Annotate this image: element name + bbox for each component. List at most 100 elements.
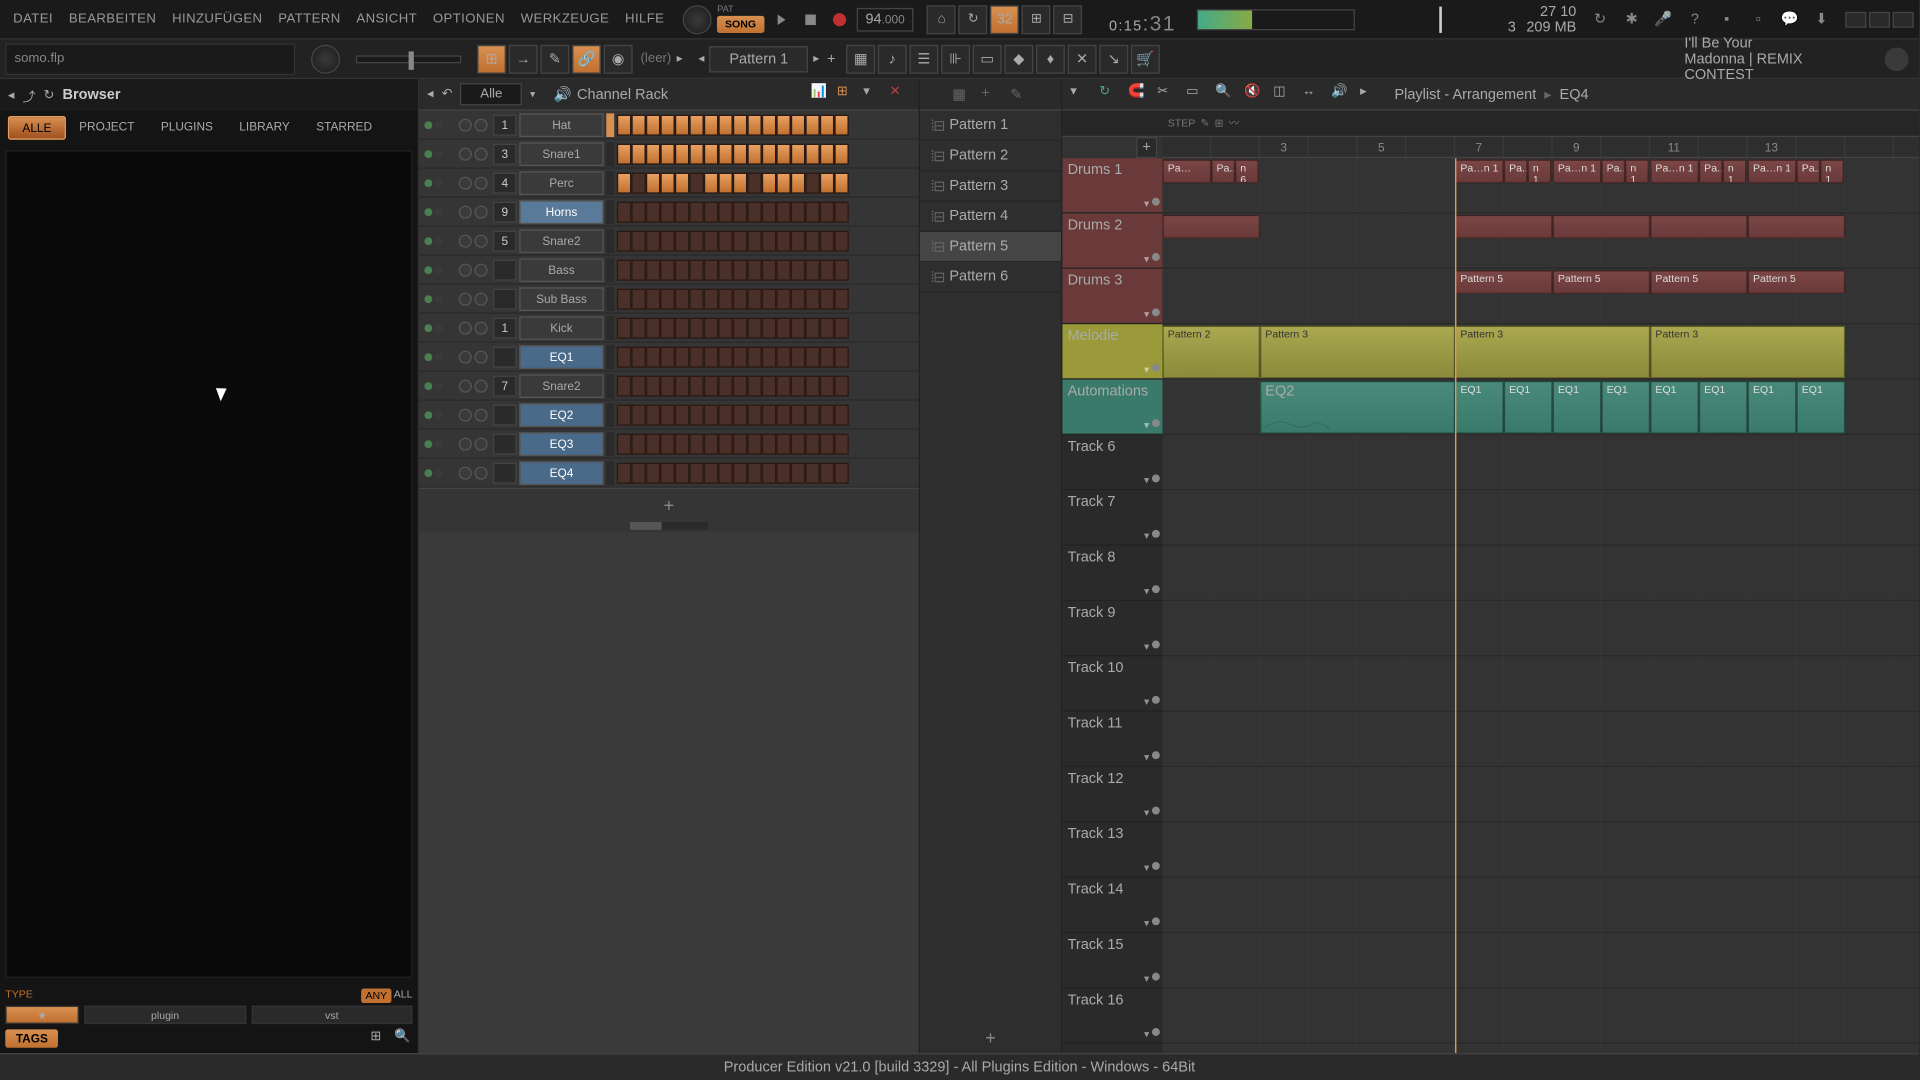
step-5[interactable] — [689, 201, 703, 222]
channel-name-button[interactable]: EQ4 — [519, 461, 603, 485]
step-12[interactable] — [791, 288, 805, 309]
tags-button[interactable]: TAGS — [5, 1029, 58, 1047]
step-3[interactable] — [660, 230, 674, 251]
track-lane-10[interactable] — [1162, 656, 1919, 711]
clip[interactable]: Pattern 5 — [1553, 270, 1651, 294]
step-7[interactable] — [718, 114, 732, 135]
step-13[interactable] — [805, 404, 819, 425]
step-3[interactable] — [660, 201, 674, 222]
any-filter-button[interactable]: ANY — [362, 988, 392, 1002]
step-5[interactable] — [689, 346, 703, 367]
step-8[interactable] — [733, 404, 747, 425]
step-14[interactable] — [820, 346, 834, 367]
step-0[interactable] — [617, 288, 631, 309]
clip[interactable]: Pa.. — [1601, 159, 1625, 183]
pl-timeline-add-button[interactable]: + — [1136, 137, 1157, 158]
track-collapse-icon[interactable]: ▾ — [1144, 641, 1149, 653]
track-header-2[interactable]: Drums 2▾ — [1062, 214, 1162, 269]
pl-menu-button[interactable]: ▾ — [1070, 84, 1091, 105]
step-6[interactable] — [704, 404, 718, 425]
channel-solo-button[interactable] — [435, 295, 443, 303]
track-collapse-icon[interactable]: ▾ — [1144, 696, 1149, 708]
cr-options-button[interactable]: ▾ — [863, 84, 884, 105]
mixer-button[interactable]: ⊪ — [941, 44, 970, 73]
step-15[interactable] — [834, 172, 848, 193]
step-15[interactable] — [834, 462, 848, 483]
step-11[interactable] — [776, 462, 790, 483]
browser-filter-icon[interactable]: ⊞ — [370, 1029, 388, 1047]
wait-button[interactable]: ↻ — [959, 5, 988, 34]
channel-mute-button[interactable] — [424, 179, 432, 187]
shop-button[interactable]: 🛒 — [1131, 44, 1160, 73]
step-10[interactable] — [762, 462, 776, 483]
time-display[interactable]: 0:15:31 — [1109, 0, 1176, 39]
channel-name-button[interactable]: Hat — [519, 113, 603, 137]
pattern-prev-button[interactable]: ◂ — [698, 51, 704, 65]
channel-name-button[interactable]: Snare2 — [519, 229, 603, 253]
channel-select-button[interactable] — [606, 171, 614, 195]
countdown-button[interactable]: ⊞ — [1022, 5, 1051, 34]
step-4[interactable] — [675, 230, 689, 251]
step-5[interactable] — [689, 230, 703, 251]
track-collapse-icon[interactable]: ▾ — [1144, 253, 1149, 265]
step-0[interactable] — [617, 462, 631, 483]
track-header-4[interactable]: Melodie▾ — [1062, 324, 1162, 379]
channel-select-button[interactable] — [606, 200, 614, 224]
step-5[interactable] — [689, 143, 703, 164]
clip[interactable]: n 1 — [1820, 159, 1844, 183]
channel-mixer-track[interactable] — [493, 346, 517, 367]
step-10[interactable] — [762, 143, 776, 164]
step-4[interactable] — [675, 259, 689, 280]
channel-name-button[interactable]: Bass — [519, 258, 603, 282]
step-9[interactable] — [747, 143, 761, 164]
channel-solo-button[interactable] — [435, 411, 443, 419]
cr-add-channel-button[interactable]: + — [419, 488, 919, 520]
channel-mute-button[interactable] — [424, 295, 432, 303]
step-8[interactable] — [733, 259, 747, 280]
pl-wave-icon[interactable]: 〰 — [1229, 116, 1240, 130]
browser-tab-alle[interactable]: ALLE — [8, 116, 66, 140]
channel-mute-button[interactable] — [424, 324, 432, 332]
track-lane-12[interactable] — [1162, 767, 1919, 822]
track-collapse-icon[interactable]: ▾ — [1144, 474, 1149, 486]
channel-mute-button[interactable] — [424, 440, 432, 448]
channel-name-button[interactable]: Snare2 — [519, 374, 603, 398]
pattern-next-button[interactable]: ▸ — [813, 51, 819, 65]
channel-select-button[interactable] — [606, 142, 614, 166]
channel-pan-knob[interactable] — [459, 263, 472, 276]
step-1[interactable] — [631, 375, 645, 396]
channel-name-button[interactable]: Horns — [519, 200, 603, 224]
step-2[interactable] — [646, 346, 660, 367]
step-3[interactable] — [660, 172, 674, 193]
arrange-button[interactable]: ↘ — [1099, 44, 1128, 73]
menu-bearbeiten[interactable]: BEARBEITEN — [61, 12, 164, 26]
channel-select-button[interactable] — [606, 113, 614, 137]
channel-vol-knob[interactable] — [474, 437, 487, 450]
step-7[interactable] — [718, 230, 732, 251]
step-11[interactable] — [776, 375, 790, 396]
channel-name-button[interactable]: Kick — [519, 316, 603, 340]
track-header-14[interactable]: Track 14▾ — [1062, 878, 1162, 933]
step-1[interactable] — [631, 114, 645, 135]
channel-mixer-track[interactable] — [493, 259, 517, 280]
channel-select-button[interactable] — [606, 461, 614, 485]
track-collapse-icon[interactable]: ▾ — [1144, 364, 1149, 376]
step-11[interactable] — [776, 114, 790, 135]
main-knob[interactable] — [683, 5, 712, 34]
clip[interactable]: EQ1 — [1650, 381, 1699, 434]
step-7[interactable] — [718, 404, 732, 425]
step-13[interactable] — [805, 317, 819, 338]
clip[interactable]: EQ1 — [1699, 381, 1748, 434]
step-15[interactable] — [834, 201, 848, 222]
menu-pattern[interactable]: PATTERN — [270, 12, 348, 26]
step-7[interactable] — [718, 201, 732, 222]
step-13[interactable] — [805, 462, 819, 483]
track-header-11[interactable]: Track 11▾ — [1062, 712, 1162, 767]
step-10[interactable] — [762, 346, 776, 367]
browser-tab-plugins[interactable]: PLUGINS — [148, 116, 226, 140]
step-9[interactable] — [747, 375, 761, 396]
channel-name-button[interactable]: EQ1 — [519, 345, 603, 369]
step-5[interactable] — [689, 317, 703, 338]
clip[interactable]: Pa…n 1 — [1748, 159, 1797, 183]
channel-mute-button[interactable] — [424, 208, 432, 216]
